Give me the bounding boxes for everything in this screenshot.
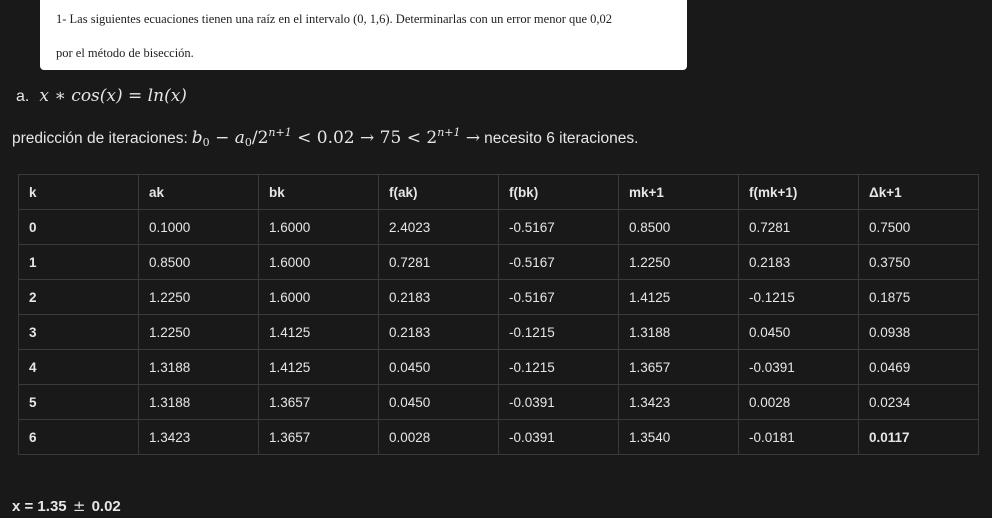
table-row: 5 1.3188 1.3657 0.0450 -0.0391 1.3423 0.… [18,384,979,420]
cell-f-mk1: -0.0181 [738,419,859,455]
cell-k: 5 [18,384,139,420]
cell-f-ak: 0.2183 [378,314,499,350]
cell-f-ak: 0.7281 [378,244,499,280]
cell-f-mk1: 0.0028 [738,384,859,420]
table-header-row: k ak bk f(ak) f(bk) mk+1 f(mk+1) Δk+1 [18,174,979,210]
cell-k: 1 [18,244,139,280]
formula-minus-a: − a [209,128,245,148]
cell-mk1: 1.3657 [618,349,739,385]
header-f-ak: f(ak) [378,174,499,210]
cell-k: 6 [18,419,139,455]
cell-ak: 1.3423 [138,419,259,455]
cell-ak: 1.2250 [138,279,259,315]
header-mk1: mk+1 [618,174,739,210]
cell-delta: 0.1875 [858,279,979,315]
cell-ak: 0.1000 [138,209,259,245]
cell-f-bk: -0.1215 [498,349,619,385]
formula-over: /2 [251,128,269,148]
cell-f-mk1: -0.0391 [738,349,859,385]
table-row: 3 1.2250 1.4125 0.2183 -0.1215 1.3188 0.… [18,314,979,350]
header-delta-k1: Δk+1 [858,174,979,210]
formula-sub-0: 0 [202,136,210,149]
cell-mk1: 1.3423 [618,384,739,420]
cell-mk1: 1.2250 [618,244,739,280]
cell-mk1: 1.4125 [618,279,739,315]
cell-ak: 1.2250 [138,314,259,350]
cell-f-mk1: -0.1215 [738,279,859,315]
cell-bk: 1.6000 [258,209,379,245]
table-row: 6 1.3423 1.3657 0.0028 -0.0391 1.3540 -0… [18,419,979,455]
cell-f-bk: -0.5167 [498,279,619,315]
cell-k: 2 [18,279,139,315]
cell-mk1: 1.3188 [618,314,739,350]
item-a: a. x ∗ cos(x) = ln(x) [16,86,187,106]
header-ak: ak [138,174,259,210]
cell-bk: 1.4125 [258,349,379,385]
cell-k: 3 [18,314,139,350]
cell-f-ak: 2.4023 [378,209,499,245]
cell-f-mk1: 0.0450 [738,314,859,350]
result-plus-minus: ± [72,497,86,515]
table-row: 0 0.1000 1.6000 2.4023 -0.5167 0.8500 0.… [18,209,979,245]
header-f-bk: f(bk) [498,174,619,210]
cell-ak: 0.8500 [138,244,259,280]
cell-f-ak: 0.0450 [378,349,499,385]
cell-delta: 0.0469 [858,349,979,385]
problem-statement-line-1: 1- Las siguientes ecuaciones tienen una … [56,12,613,26]
cell-mk1: 1.3540 [618,419,739,455]
result-value: x = 1.35 [12,498,67,515]
formula-arrow: → [460,128,481,148]
formula-sub-0b: 0 [244,136,252,149]
header-bk: bk [258,174,379,210]
final-result: x = 1.35 ± 0.02 [12,497,121,515]
table-row: 1 0.8500 1.6000 0.7281 -0.5167 1.2250 0.… [18,244,979,280]
cell-bk: 1.3657 [258,419,379,455]
item-a-equation: x ∗ cos(x) = ln(x) [39,86,187,106]
cell-f-bk: -0.1215 [498,314,619,350]
formula-exp-1: n+1 [268,126,292,139]
cell-bk: 1.3657 [258,384,379,420]
prediction-prefix: predicción de iteraciones: [12,130,188,147]
problem-statement-box: 1- Las siguientes ecuaciones tienen una … [40,0,687,70]
prediction-formula: b0 − a0/2n+1 < 0.02 → 75 < 2n+1 → [192,126,480,149]
formula-exp-2: n+1 [437,126,461,139]
iteration-prediction: predicción de iteraciones: b0 − a0/2n+1 … [12,126,638,149]
cell-delta: 0.7500 [858,209,979,245]
cell-f-bk: -0.0391 [498,384,619,420]
table-row: 2 1.2250 1.6000 0.2183 -0.5167 1.4125 -0… [18,279,979,315]
prediction-suffix: necesito 6 iteraciones. [484,130,639,147]
cell-mk1: 0.8500 [618,209,739,245]
cell-delta-final: 0.0117 [858,419,979,455]
formula-lt: < 0.02 → 75 < 2 [291,128,438,148]
table-row: 4 1.3188 1.4125 0.0450 -0.1215 1.3657 -0… [18,349,979,385]
cell-f-bk: -0.0391 [498,419,619,455]
cell-f-bk: -0.5167 [498,209,619,245]
header-k: k [18,174,139,210]
formula-b: b [191,128,203,148]
cell-f-ak: 0.2183 [378,279,499,315]
problem-statement-line-2: por el método de bisección. [56,46,194,60]
cell-f-bk: -0.5167 [498,244,619,280]
cell-f-ak: 0.0450 [378,384,499,420]
cell-bk: 1.6000 [258,279,379,315]
cell-k: 4 [18,349,139,385]
item-a-label: a. [16,88,30,105]
cell-bk: 1.6000 [258,244,379,280]
cell-f-mk1: 0.7281 [738,209,859,245]
cell-delta: 0.3750 [858,244,979,280]
cell-bk: 1.4125 [258,314,379,350]
cell-ak: 1.3188 [138,384,259,420]
header-f-mk1: f(mk+1) [738,174,859,210]
cell-delta: 0.0938 [858,314,979,350]
cell-f-ak: 0.0028 [378,419,499,455]
cell-f-mk1: 0.2183 [738,244,859,280]
result-error: 0.02 [91,498,121,515]
cell-k: 0 [18,209,139,245]
bisection-table: k ak bk f(ak) f(bk) mk+1 f(mk+1) Δk+1 0 … [18,174,979,455]
cell-delta: 0.0234 [858,384,979,420]
cell-ak: 1.3188 [138,349,259,385]
